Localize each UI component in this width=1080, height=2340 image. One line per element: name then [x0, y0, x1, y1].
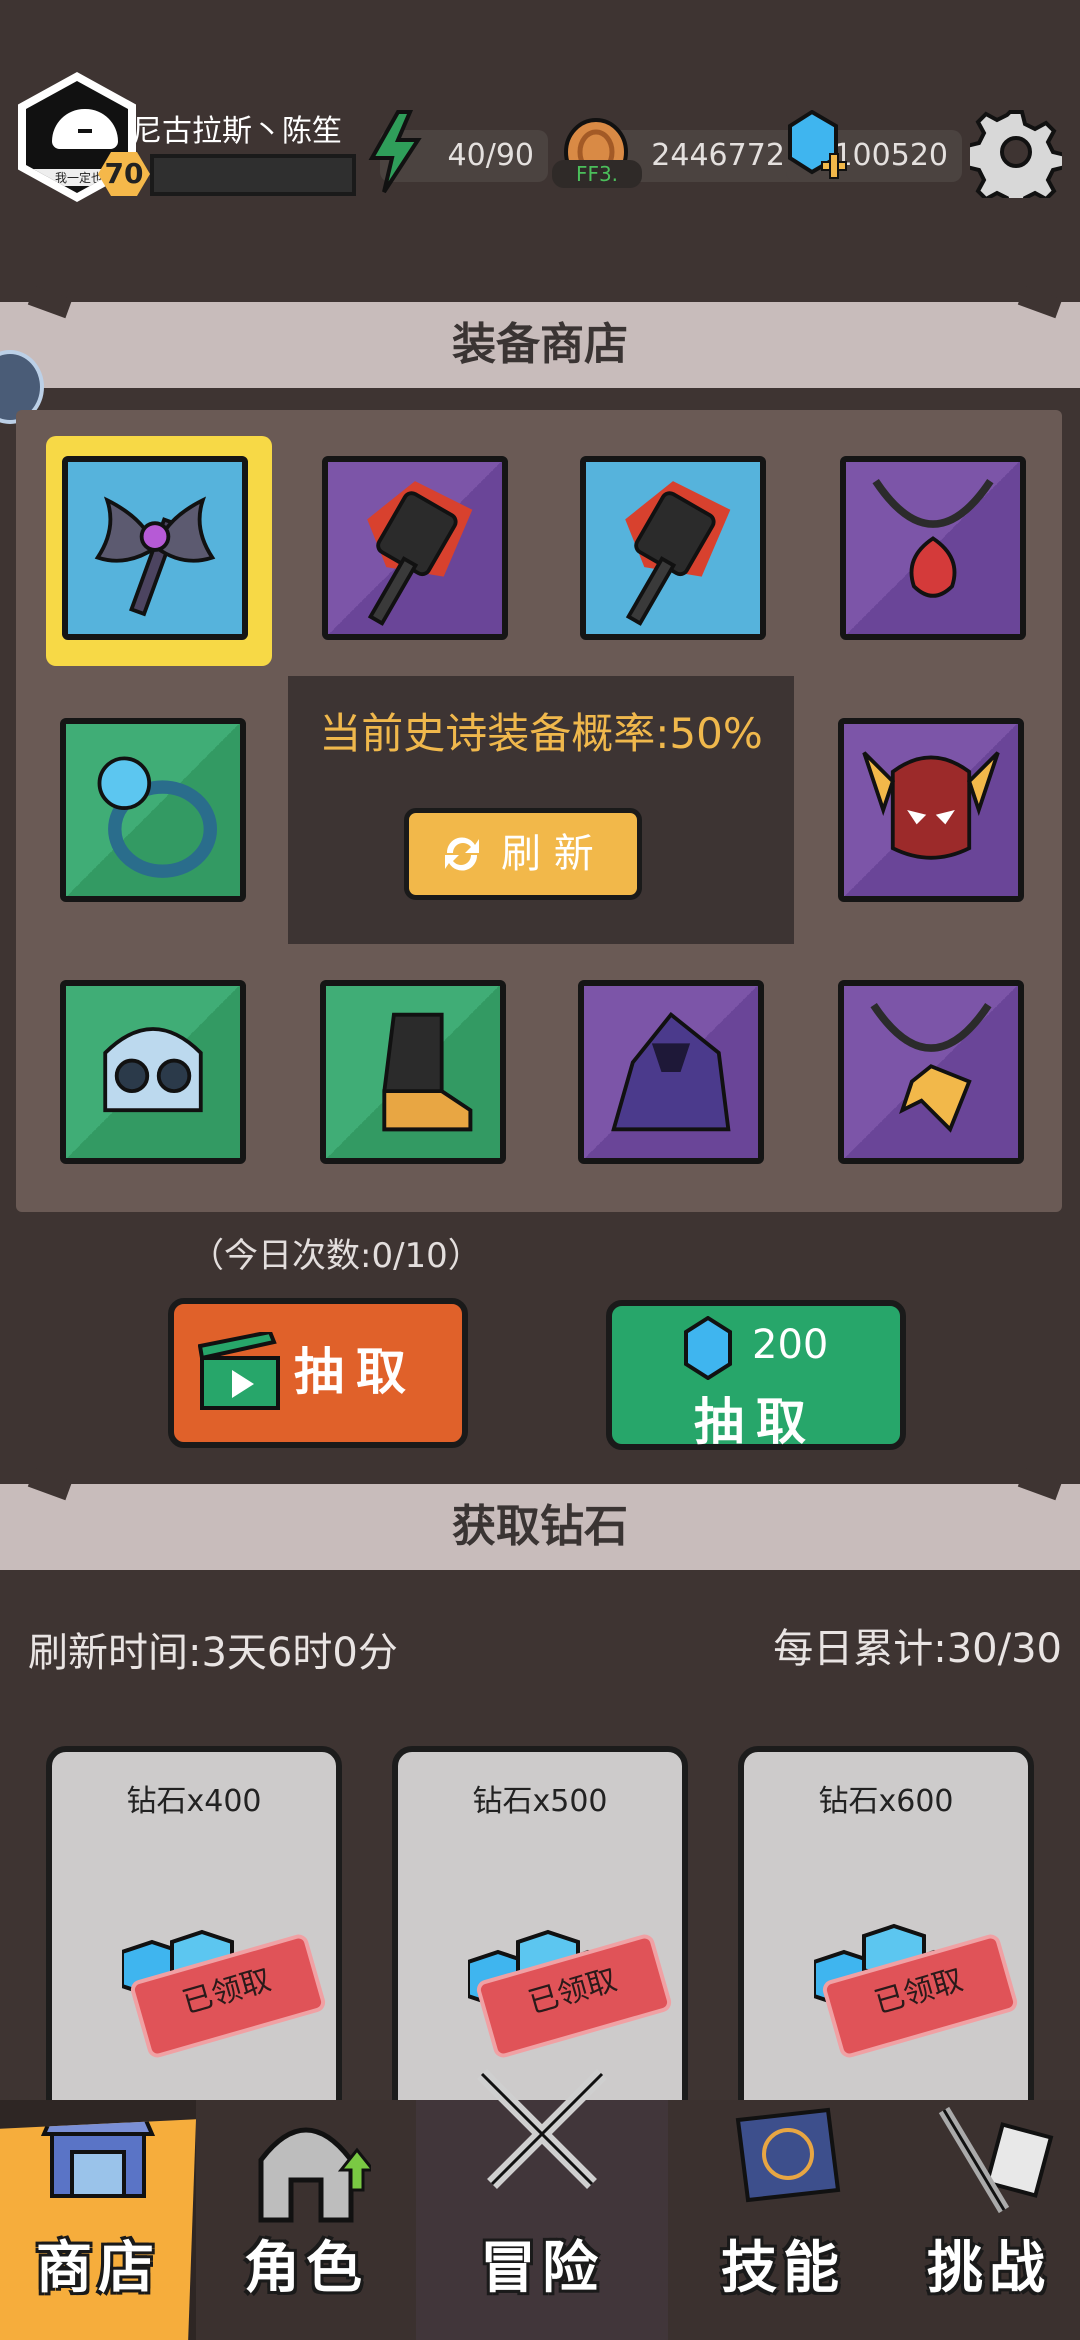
hammer-icon — [367, 481, 473, 626]
item-slot-flame-hammer-2[interactable] — [580, 456, 766, 640]
ring-icon — [97, 756, 218, 878]
gem-card-title: 钻石x600 — [818, 1784, 954, 1819]
lightning-necklace-icon — [870, 1002, 992, 1133]
refresh-button[interactable]: 刷 新 — [404, 808, 642, 900]
nav-label-adventure: 冒险 — [480, 2236, 604, 2301]
item-slot-heart-necklace[interactable] — [840, 456, 1026, 640]
refresh-icon — [445, 837, 479, 871]
item-slot-crystal-ring[interactable] — [60, 718, 246, 902]
lightning-icon — [368, 110, 422, 194]
helmet-icon — [258, 2127, 371, 2223]
gem-card-400[interactable]: 钻石x400 已领取 — [46, 1746, 342, 2126]
cloak-icon — [611, 1011, 731, 1132]
frost-helmet-icon — [103, 1027, 203, 1113]
avatar-mask-icon — [52, 109, 118, 149]
draw-ad-button[interactable]: 抽取 — [168, 1298, 468, 1448]
gear-icon[interactable] — [970, 106, 1062, 198]
refresh-label: 刷 新 — [501, 831, 594, 877]
item-slot-lightning-necklace[interactable] — [838, 980, 1024, 1164]
gem-card-title: 钻石x500 — [472, 1784, 608, 1819]
gem-card-title: 钻石x400 — [126, 1784, 262, 1819]
nav-label-skill: 技能 — [721, 2236, 845, 2301]
item-slot-golden-boot[interactable] — [320, 980, 506, 1164]
draw-gem-button[interactable]: 200 抽取 — [606, 1300, 906, 1451]
hammer-icon — [625, 481, 731, 626]
item-slot-frost-helmet[interactable] — [60, 980, 246, 1164]
coin-add-tag[interactable]: FF3. — [552, 160, 642, 188]
nav-tab-skill[interactable]: 技能 — [668, 2100, 898, 2340]
exp-bar — [150, 154, 356, 196]
item-slot-dark-axe[interactable] — [62, 456, 248, 640]
item-slot-shadow-cloak[interactable] — [578, 980, 764, 1164]
nav-label-role: 角色 — [244, 2236, 368, 2301]
nav-tab-role[interactable]: 角色 — [196, 2100, 416, 2340]
clapperboard-icon — [198, 1332, 280, 1410]
draw-ad-label: 抽取 — [294, 1343, 418, 1401]
draw-gem-cost: 200 — [752, 1322, 829, 1368]
crossed-swords-icon — [477, 2069, 607, 2189]
nav-tab-challenge[interactable]: 挑战 — [898, 2100, 1080, 2340]
nav-tab-shop[interactable]: 商店 — [0, 2119, 196, 2340]
epic-rate-text: 当前史诗装备概率:50% — [319, 709, 763, 758]
gem-plus-icon[interactable] — [786, 110, 848, 190]
axe-icon — [94, 496, 216, 617]
nav-tab-adventure[interactable]: 冒险 — [416, 2069, 668, 2340]
player-name: 尼古拉斯丶陈笙 — [132, 114, 342, 149]
spellbook-icon — [735, 2107, 841, 2203]
get-gems-title: 获取钻石 — [0, 1484, 1080, 1570]
nav-label-shop: 商店 — [36, 2236, 160, 2301]
draw-gem-label: 抽取 — [694, 1393, 818, 1451]
necklace-icon — [872, 478, 994, 598]
gem-card-600[interactable]: 钻石x600 已领取 — [738, 1746, 1034, 2126]
equipment-shop-title: 装备商店 — [0, 302, 1080, 388]
nav-label-challenge: 挑战 — [927, 2236, 1051, 2301]
item-slot-winged-helmet[interactable] — [838, 718, 1024, 902]
gems-daily-total: 每日累计:30/30 — [773, 1626, 1062, 1672]
item-slot-flame-hammer-1[interactable] — [322, 456, 508, 640]
boot-icon — [382, 1012, 473, 1132]
gems-refresh-time: 刷新时间:3天6时0分 — [28, 1630, 398, 1676]
sword-flag-icon — [938, 2106, 1054, 2214]
daily-draw-count: （今日次数:0/10） — [190, 1236, 482, 1276]
gem-icon — [684, 1316, 732, 1380]
helmet-icon — [862, 751, 1000, 860]
